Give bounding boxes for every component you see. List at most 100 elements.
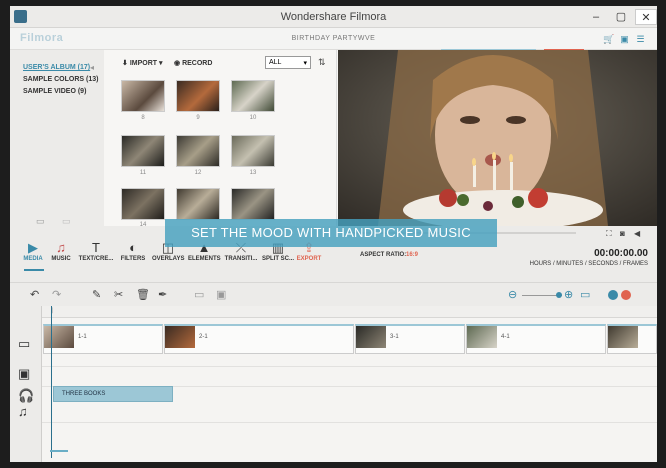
edit-icon[interactable]: ✎: [92, 287, 101, 303]
video-clip-5[interactable]: [607, 324, 657, 354]
tab-music[interactable]: ♫ MUSIC: [50, 240, 72, 270]
snapshot-timeline-icon[interactable]: ▣: [216, 287, 226, 303]
delete-icon[interactable]: 🗑: [136, 287, 150, 303]
clip-thumbnail: [44, 326, 74, 348]
record-label: RECORD: [182, 60, 213, 67]
record-button-red[interactable]: [621, 290, 631, 300]
project-title: BIRTHDAY PARTYWVE: [291, 35, 376, 42]
ruler-tick: ▏: [52, 308, 56, 314]
cart-icon[interactable]: 🛒: [603, 34, 614, 44]
sort-icon[interactable]: ⇅: [318, 57, 326, 68]
video-clip-1[interactable]: 1-1: [43, 324, 163, 354]
clip-label: 1-1: [78, 334, 87, 340]
tab-label: ELEMENTS: [188, 256, 221, 262]
thumbnail-10[interactable]: [231, 80, 275, 112]
audio-track-icon: 🎧: [18, 388, 35, 403]
thumbnail-13[interactable]: [231, 135, 275, 167]
clip-thumbnail: [165, 326, 195, 348]
album-sample-colors[interactable]: SAMPLE COLORS (13): [23, 76, 98, 83]
thumb-label: 13: [249, 170, 257, 176]
menu-icon[interactable]: ☰: [635, 34, 646, 44]
thumbnail-16[interactable]: [231, 188, 275, 220]
video-clip-2[interactable]: 2-1: [164, 324, 354, 354]
track-divider: [42, 422, 657, 423]
track-headers: ▭ ▣ 🎧 ♫: [10, 306, 42, 462]
zoom-out-icon[interactable]: ⊖: [508, 287, 517, 303]
maximize-button[interactable]: ▢: [610, 9, 632, 25]
zoom-handle[interactable]: [556, 292, 562, 298]
timeline-toolbar: ↶ ↷ ✎ ✂ 🗑 ✒ ▭ ▣ ⊖ ⊕ ▭: [10, 282, 657, 306]
volume-icon[interactable]: ◀: [634, 229, 640, 238]
zoom-in-icon[interactable]: ⊕: [564, 287, 573, 303]
aspect-ratio-value[interactable]: 16:9: [406, 252, 418, 258]
clip-label: 2-1: [199, 334, 208, 340]
import-label: IMPORT: [129, 60, 158, 67]
album-sample-video[interactable]: SAMPLE VIDEO (9): [23, 88, 86, 95]
minimize-button[interactable]: –: [585, 9, 607, 25]
tab-label: EXPORT: [296, 256, 322, 262]
crop-icon[interactable]: ✂: [114, 287, 123, 303]
thumbnail-11[interactable]: [121, 135, 165, 167]
filter-select[interactable]: ALL ▾: [265, 56, 311, 69]
timeline-ruler[interactable]: ▏: [42, 306, 657, 318]
playhead[interactable]: [51, 306, 52, 458]
collapse-arrow-icon[interactable]: ◂: [90, 63, 94, 72]
color-picker-icon[interactable]: ✒: [158, 287, 167, 303]
promo-caption: SET THE MOOD WITH HANDPICKED MUSIC: [165, 219, 497, 247]
video-track-icon: ▭: [18, 336, 31, 351]
text-icon: T: [92, 240, 100, 255]
audio-clip[interactable]: THREE BOOKS: [53, 386, 173, 402]
record-button[interactable]: ◉ RECORD: [174, 59, 212, 67]
thumb-label: 10: [249, 115, 257, 121]
image-track-icon: ▣: [18, 366, 31, 381]
clip-thumbnail: [608, 326, 638, 348]
window-title: Wondershare Filmora: [280, 11, 387, 23]
thumbnail-9[interactable]: [176, 80, 220, 112]
tab-media[interactable]: ▶ MEDIA: [22, 240, 44, 270]
chevron-down-icon: ▾: [303, 60, 307, 67]
add-track-button[interactable]: [608, 290, 618, 300]
music-track-icon: ♫: [18, 404, 28, 419]
fit-timeline-icon[interactable]: ▭: [580, 287, 590, 303]
thumbnail-15[interactable]: [176, 188, 220, 220]
tab-label: TEXT/CRE...: [78, 256, 114, 262]
title-bar: Wondershare Filmora – ▢ ✕: [10, 6, 657, 28]
video-clip-3[interactable]: 3-1: [355, 324, 465, 354]
media-library: ⬇ IMPORT ▾ ◉ RECORD ALL ▾ ⇅ 8 9 10 11 12 …: [104, 50, 340, 228]
scroll-track: [336, 50, 337, 226]
thumbnail-12[interactable]: [176, 135, 220, 167]
snapshot-icon[interactable]: ◙: [620, 229, 625, 238]
track-divider: [42, 366, 657, 367]
tab-label: OVERLAYS: [152, 256, 185, 262]
media-icon: ▶: [28, 240, 38, 255]
record-voiceover-icon[interactable]: ▭: [194, 287, 204, 303]
thumb-label: 9: [196, 115, 200, 121]
album-panel: USER'S ALBUM (17) SAMPLE COLORS (13) SAM…: [10, 50, 104, 226]
thumbnail-8[interactable]: [121, 80, 165, 112]
filters-icon: ◐: [129, 240, 137, 255]
clip-thumbnail: [356, 326, 386, 348]
undo-icon[interactable]: ↶: [30, 287, 39, 303]
thumbnail-14[interactable]: [121, 188, 165, 220]
preview-window[interactable]: [338, 50, 657, 226]
tab-text[interactable]: T TEXT/CRE...: [78, 240, 114, 270]
album-user[interactable]: USER'S ALBUM (17): [23, 64, 90, 71]
video-clip-4[interactable]: 4-1: [466, 324, 606, 354]
thumb-label: 8: [141, 115, 145, 121]
register-icon[interactable]: ▣: [619, 34, 630, 44]
close-button[interactable]: ✕: [635, 9, 657, 25]
clip-label: 4-1: [501, 334, 510, 340]
redo-icon[interactable]: ↷: [52, 287, 61, 303]
thumb-label: 12: [194, 170, 202, 176]
filter-value: ALL: [269, 59, 282, 66]
timeline-scrollbar[interactable]: [50, 450, 68, 452]
fullscreen-icon[interactable]: ⛶: [606, 229, 612, 239]
tab-filters[interactable]: ◐ FILTERS: [120, 240, 146, 270]
tab-label: SPLIT SC...: [262, 256, 295, 262]
clip-thumbnail: [467, 326, 497, 348]
screen-frame: Wondershare Filmora – ▢ ✕ Filmora BIRTHD…: [0, 0, 666, 468]
app-header: Filmora BIRTHDAY PARTYWVE 🛒 ▣ ☰: [10, 28, 657, 51]
tab-label: TRANSITI...: [224, 256, 258, 262]
app-window: Wondershare Filmora – ▢ ✕ Filmora BIRTHD…: [10, 6, 657, 462]
import-button[interactable]: ⬇ IMPORT ▾: [122, 59, 163, 67]
